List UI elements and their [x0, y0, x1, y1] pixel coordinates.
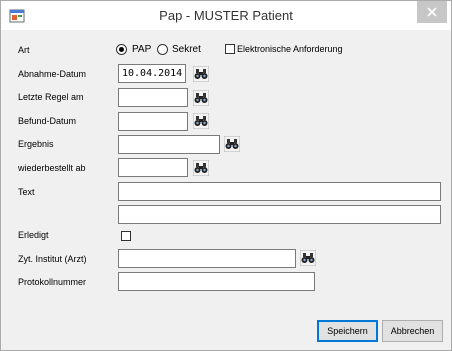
close-icon: [427, 7, 437, 17]
text-label: Text: [18, 187, 35, 197]
binoculars-icon[interactable]: [193, 113, 209, 129]
erledigt-checkbox[interactable]: [121, 231, 131, 241]
cancel-button[interactable]: Abbrechen: [382, 320, 443, 342]
close-button[interactable]: [417, 1, 447, 23]
text-field-line1[interactable]: [118, 182, 441, 201]
erledigt-label: Erledigt: [18, 230, 49, 240]
save-button[interactable]: Speichern: [317, 320, 378, 342]
dialog-window: Pap - MUSTER Patient Art PAP Sekret Elek…: [0, 0, 452, 351]
ergebnis-field[interactable]: [118, 135, 220, 154]
protokoll-label: Protokollnummer: [18, 277, 87, 287]
wiederbestellt-label: wiederbestellt ab: [18, 163, 86, 173]
institut-label: Zyt. Institut (Arzt): [18, 254, 87, 264]
ergebnis-label: Ergebnis: [18, 139, 54, 149]
electronic-request-label: Elektronische Anforderung: [237, 44, 343, 54]
institut-field[interactable]: [118, 249, 296, 268]
binoculars-icon[interactable]: [193, 90, 209, 106]
binoculars-icon[interactable]: [193, 160, 209, 176]
art-label: Art: [18, 45, 30, 55]
radio-pap-label: PAP: [132, 44, 152, 55]
abnahme-datum-field[interactable]: 10.04.2014: [118, 64, 186, 83]
binoculars-icon[interactable]: [224, 136, 240, 152]
binoculars-icon[interactable]: [300, 250, 316, 266]
window-title: Pap - MUSTER Patient: [159, 8, 293, 23]
form-area: Art PAP Sekret Elektronische Anforderung…: [1, 30, 451, 350]
protokoll-field[interactable]: [118, 272, 315, 291]
title-bar: Pap - MUSTER Patient: [1, 1, 451, 30]
radio-sekret-label: Sekret: [172, 44, 201, 55]
text-field-line2[interactable]: [118, 205, 441, 224]
befund-datum-label: Befund-Datum: [18, 116, 77, 126]
abnahme-datum-label: Abnahme-Datum: [18, 69, 87, 79]
radio-sekret[interactable]: [157, 44, 168, 55]
letzte-regel-field[interactable]: [118, 88, 188, 107]
electronic-request-checkbox[interactable]: [225, 44, 235, 54]
radio-pap[interactable]: [116, 44, 127, 55]
wiederbestellt-field[interactable]: [118, 158, 188, 177]
befund-datum-field[interactable]: [118, 112, 188, 131]
binoculars-icon[interactable]: [193, 66, 209, 82]
letzte-regel-label: Letzte Regel am: [18, 92, 84, 102]
